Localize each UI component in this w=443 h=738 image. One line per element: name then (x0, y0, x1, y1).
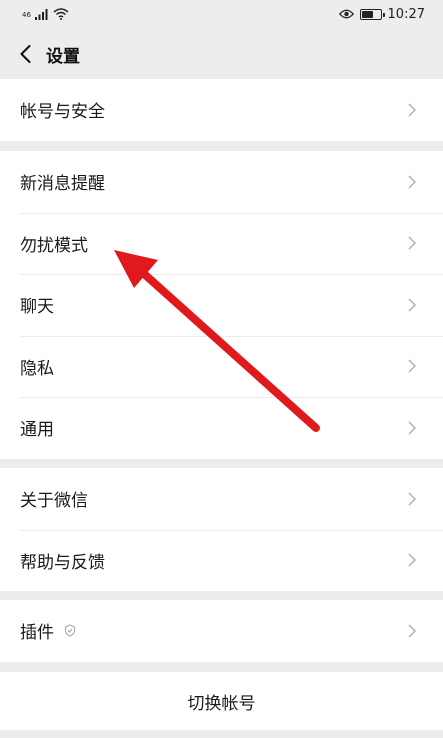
nav-header: 设置 (0, 30, 443, 78)
settings-screen: 46 10:27 设置 帐号与安全 新消息提醒 勿扰模式 聊天 隐私 通用 关于… (0, 0, 443, 738)
battery-icon (359, 8, 385, 20)
menu-item-about-wechat[interactable]: 关于微信 (0, 468, 443, 530)
chevron-left-icon (20, 45, 30, 63)
group-switch-account: 切换帐号 (0, 672, 443, 730)
menu-item-label: 隐私 (20, 358, 54, 379)
page-title: 设置 (46, 46, 80, 67)
menu-item-label: 帐号与安全 (20, 102, 105, 123)
chevron-right-icon (408, 103, 417, 117)
menu-item-label: 通用 (20, 420, 54, 441)
group-about: 关于微信 帮助与反馈 (0, 468, 443, 591)
menu-item-label: 勿扰模式 (20, 235, 88, 256)
chevron-right-icon (408, 175, 417, 189)
menu-item-label: 聊天 (20, 297, 54, 318)
status-bar: 46 10:27 (0, 0, 443, 28)
chevron-right-icon (408, 553, 417, 567)
switch-account-button[interactable]: 切换帐号 (0, 672, 443, 730)
wifi-icon (53, 8, 69, 20)
menu-item-label: 帮助与反馈 (20, 552, 105, 573)
eye-icon (338, 9, 354, 19)
menu-item-plugins[interactable]: 插件 (0, 600, 443, 662)
menu-item-label: 关于微信 (20, 491, 88, 512)
shield-icon (64, 624, 76, 637)
back-button[interactable] (2, 30, 48, 78)
menu-item-label: 插件 (20, 623, 54, 644)
chevron-right-icon (408, 421, 417, 435)
menu-item-do-not-disturb[interactable]: 勿扰模式 (0, 212, 443, 275)
menu-item-label-wrap: 插件 (20, 618, 76, 643)
clock-time: 10:27 (387, 6, 425, 22)
menu-item-chat[interactable]: 聊天 (0, 274, 443, 336)
chevron-right-icon (408, 492, 417, 506)
menu-item-privacy[interactable]: 隐私 (0, 335, 443, 398)
group-settings: 新消息提醒 勿扰模式 聊天 隐私 通用 (0, 151, 443, 459)
menu-item-help-feedback[interactable]: 帮助与反馈 (0, 529, 443, 592)
menu-item-general[interactable]: 通用 (0, 397, 443, 459)
chevron-right-icon (408, 236, 417, 250)
menu-item-label: 新消息提醒 (20, 174, 105, 195)
chevron-right-icon (408, 298, 417, 312)
signal-icon (34, 9, 48, 20)
menu-item-account-security[interactable]: 帐号与安全 (0, 79, 443, 141)
battery-level-fill (361, 10, 373, 18)
chevron-right-icon (408, 624, 417, 638)
group-plugins: 插件 (0, 600, 443, 662)
status-left: 46 (22, 8, 69, 20)
chevron-right-icon (408, 359, 417, 373)
network-type-text: 46 (22, 11, 31, 19)
group-account: 帐号与安全 (0, 79, 443, 141)
switch-account-label: 切换帐号 (187, 693, 256, 714)
menu-item-new-message-alerts[interactable]: 新消息提醒 (0, 151, 443, 213)
status-right: 10:27 (338, 6, 425, 22)
